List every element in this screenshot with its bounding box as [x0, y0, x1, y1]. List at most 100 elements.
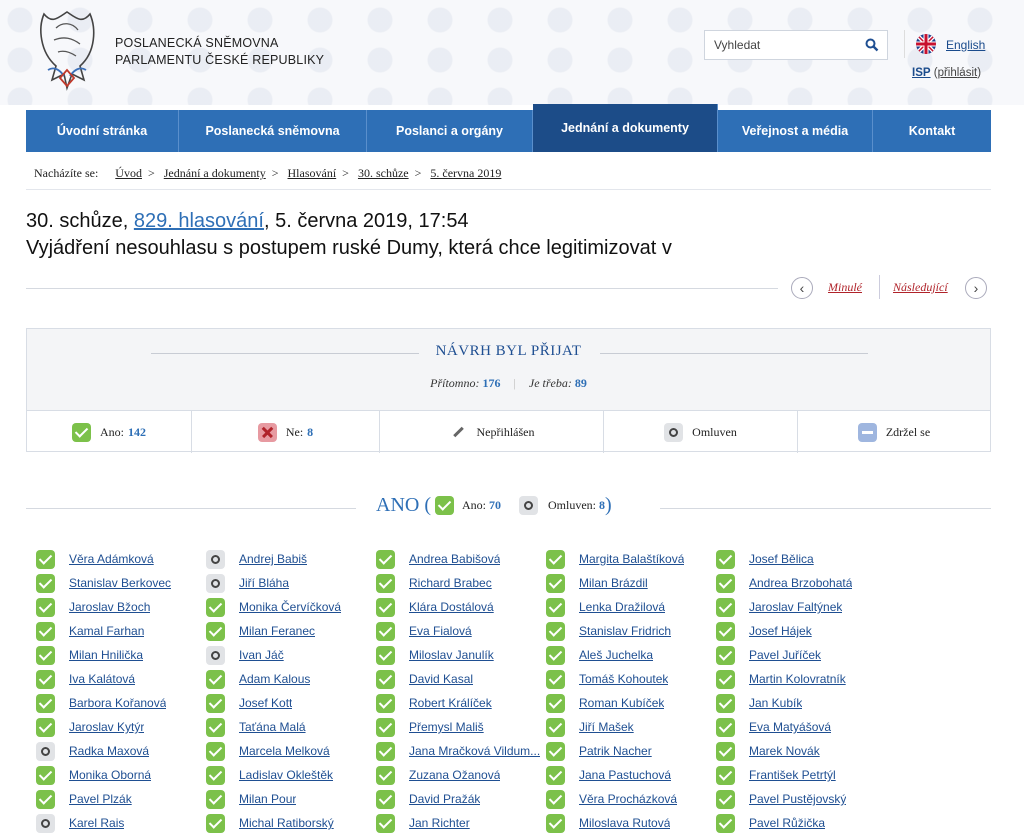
member-name-link[interactable]: Milan Brázdil	[579, 576, 648, 590]
check-icon	[376, 813, 395, 833]
check-icon	[716, 741, 735, 761]
member-name-link[interactable]: Jaroslav Faltýnek	[749, 600, 842, 614]
member-name-link[interactable]: Lenka Dražilová	[579, 600, 665, 614]
member-name-link[interactable]: Monika Červíčková	[239, 600, 341, 614]
member-vote-item: Jan Kubík	[716, 693, 884, 713]
member-name-link[interactable]: Andrea Babišová	[409, 552, 500, 566]
member-name-link[interactable]: Jan Kubík	[749, 696, 802, 710]
prev-vote-link[interactable]: Minulé	[828, 280, 862, 295]
member-name-link[interactable]: Eva Matyášová	[749, 720, 831, 734]
member-name-link[interactable]: Přemysl Mališ	[409, 720, 484, 734]
member-name-link[interactable]: Monika Oborná	[69, 768, 151, 782]
search-icon[interactable]	[865, 38, 879, 52]
member-name-link[interactable]: Martin Kolovratník	[749, 672, 846, 686]
member-name-link[interactable]: Patrik Nacher	[579, 744, 652, 758]
member-name-link[interactable]: Richard Brabec	[409, 576, 492, 590]
nav-poslanci-a-organy[interactable]: Poslanci a orgány	[367, 110, 533, 152]
member-name-link[interactable]: David Kasal	[409, 672, 473, 686]
next-arrow-button[interactable]: ›	[965, 277, 987, 299]
breadcrumb-date[interactable]: 5. června 2019	[430, 166, 501, 180]
member-name-link[interactable]: David Pražák	[409, 792, 480, 806]
search-input[interactable]: Vyhledat	[704, 30, 888, 60]
member-name-link[interactable]: Stanislav Fridrich	[579, 624, 671, 638]
nav-jednani-a-dokumenty[interactable]: Jednání a dokumenty	[533, 104, 718, 152]
member-vote-item: Andrea Babišová	[376, 549, 544, 569]
english-link[interactable]: English	[946, 38, 985, 52]
login-link[interactable]: přihlásit	[938, 67, 978, 79]
member-name-link[interactable]: Karel Rais	[69, 816, 124, 830]
member-name-link[interactable]: Taťána Malá	[239, 720, 306, 734]
member-name-link[interactable]: Věra Procházková	[579, 792, 677, 806]
member-name-link[interactable]: Robert Králíček	[409, 696, 492, 710]
member-name-link[interactable]: Ladislav Okleštěk	[239, 768, 333, 782]
uk-flag-icon[interactable]	[916, 34, 936, 54]
member-name-link[interactable]: Ivan Jáč	[239, 648, 284, 662]
member-name-link[interactable]: Marek Novák	[749, 744, 820, 758]
nav-uvodni-stranka[interactable]: Úvodní stránka	[26, 110, 179, 152]
member-name-link[interactable]: Miloslava Rutová	[579, 816, 670, 830]
breadcrumb-uvod[interactable]: Úvod	[115, 166, 142, 180]
title-divider	[26, 288, 778, 289]
member-name-link[interactable]: Zuzana Ožanová	[409, 768, 500, 782]
member-name-link[interactable]: Jiří Mašek	[579, 720, 634, 734]
member-name-link[interactable]: Milan Feranec	[239, 624, 315, 638]
member-name-link[interactable]: Věra Adámková	[69, 552, 154, 566]
member-name-link[interactable]: Radka Maxová	[69, 744, 149, 758]
member-name-link[interactable]: Miloslav Janulík	[409, 648, 494, 662]
member-name-link[interactable]: Eva Fialová	[409, 624, 472, 638]
member-name-link[interactable]: Josef Kott	[239, 696, 292, 710]
vote-number-link[interactable]: 829. hlasování	[134, 210, 264, 232]
member-name-link[interactable]: Pavel Růžička	[749, 816, 825, 830]
member-name-link[interactable]: Milan Hnilička	[69, 648, 143, 662]
member-name-link[interactable]: Milan Pour	[239, 792, 296, 806]
member-name-link[interactable]: Margita Balaštíková	[579, 552, 684, 566]
member-name-link[interactable]: Roman Kubíček	[579, 696, 664, 710]
member-name-link[interactable]: Jan Richter	[409, 816, 470, 830]
prev-arrow-button[interactable]: ‹	[791, 277, 813, 299]
party-label: ANO ( Ano: 70 Omluven: 8 )	[376, 494, 612, 517]
member-name-link[interactable]: Josef Bělica	[749, 552, 814, 566]
member-name-link[interactable]: Barbora Kořanová	[69, 696, 166, 710]
member-name-link[interactable]: Pavel Juříček	[749, 648, 821, 662]
check-icon	[36, 621, 55, 641]
member-name-link[interactable]: Jiří Bláha	[239, 576, 289, 590]
member-vote-item: Lenka Dražilová	[546, 597, 714, 617]
member-name-link[interactable]: Andrej Babiš	[239, 552, 307, 566]
nav-poslanecka-snemovna[interactable]: Poslanecká sněmovna	[179, 110, 367, 152]
member-name-link[interactable]: Kamal Farhan	[69, 624, 144, 638]
institution-name[interactable]: POSLANECKÁ SNĚMOVNA PARLAMENTU ČESKÉ REP…	[115, 35, 324, 69]
breadcrumb-schuze[interactable]: 30. schůze	[358, 166, 409, 180]
member-name-link[interactable]: Josef Hájek	[749, 624, 812, 638]
nav-kontakt[interactable]: Kontakt	[873, 110, 991, 152]
member-name-link[interactable]: Aleš Juchelka	[579, 648, 653, 662]
next-vote-link[interactable]: Následující	[893, 280, 948, 295]
member-name-link[interactable]: Klára Dostálová	[409, 600, 494, 614]
member-name-link[interactable]: Adam Kalous	[239, 672, 310, 686]
member-name-link[interactable]: Jana Mračková Vildum...	[409, 744, 540, 758]
member-name-link[interactable]: Pavel Pustějovský	[749, 792, 846, 806]
member-name-link[interactable]: Stanislav Berkovec	[69, 576, 171, 590]
check-icon	[716, 645, 735, 665]
member-name-link[interactable]: Jana Pastuchová	[579, 768, 671, 782]
member-name-link[interactable]: Tomáš Kohoutek	[579, 672, 668, 686]
member-name-link[interactable]: Marcela Melková	[239, 744, 330, 758]
isp-link[interactable]: ISP	[912, 67, 931, 79]
member-name-link[interactable]: Jaroslav Kytýr	[69, 720, 144, 734]
member-name-link[interactable]: Pavel Plzák	[69, 792, 132, 806]
check-icon	[36, 717, 55, 737]
member-name-link[interactable]: Andrea Brzobohatá	[749, 576, 852, 590]
member-vote-item: Jana Pastuchová	[546, 765, 714, 785]
member-vote-item: Radka Maxová	[36, 741, 204, 761]
breadcrumb-jednani[interactable]: Jednání a dokumenty	[164, 166, 266, 180]
member-name-link[interactable]: Jaroslav Bžoch	[69, 600, 150, 614]
coat-of-arms-logo[interactable]	[34, 8, 100, 92]
breadcrumb-hlasovani[interactable]: Hlasování	[288, 166, 337, 180]
member-name-link[interactable]: Iva Kalátová	[69, 672, 135, 686]
member-name-link[interactable]: František Petrtýl	[749, 768, 836, 782]
yes-label: Ano:	[100, 424, 124, 439]
check-icon	[36, 789, 55, 809]
check-icon	[36, 597, 55, 617]
nav-verejnost-a-media[interactable]: Veřejnost a média	[718, 110, 873, 152]
member-name-link[interactable]: Michal Ratiborský	[239, 816, 334, 830]
institution-line-1: POSLANECKÁ SNĚMOVNA	[115, 36, 279, 50]
